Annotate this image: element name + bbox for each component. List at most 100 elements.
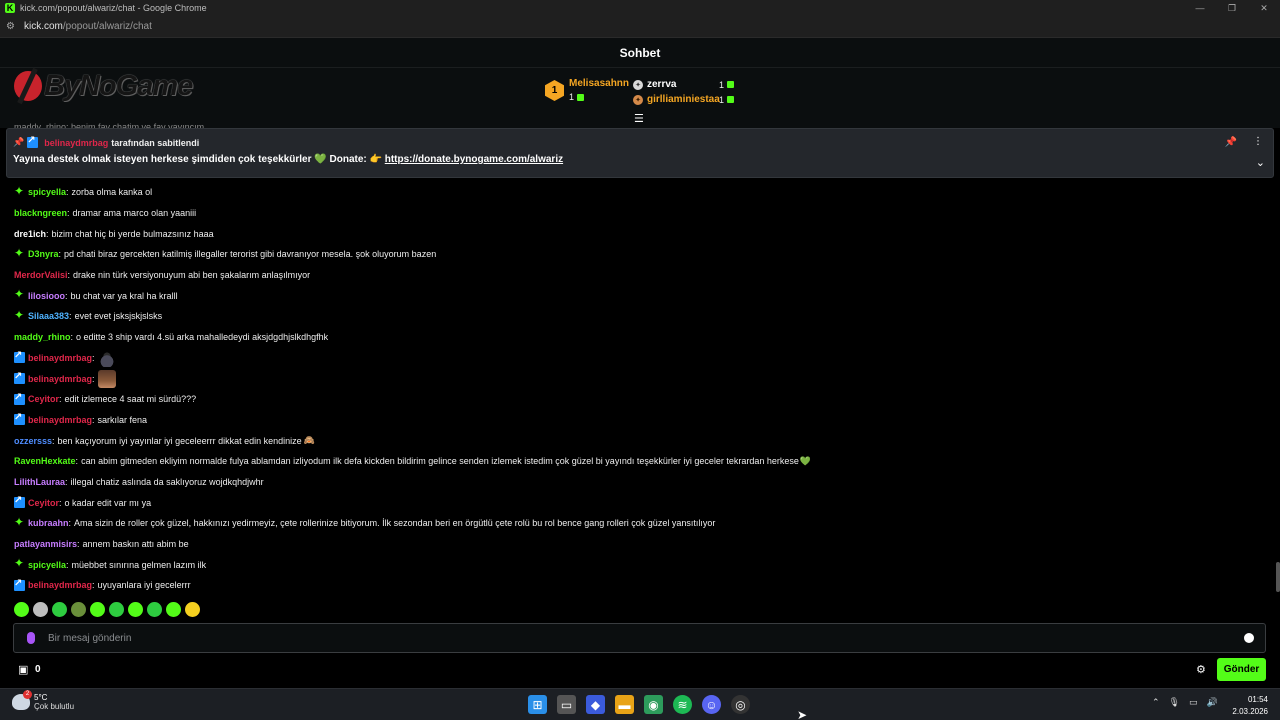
chat-username[interactable]: kubraahn <box>28 518 69 528</box>
weather-widget[interactable]: 5°C Çok bulutlu <box>12 690 75 711</box>
chat-username[interactable]: MerdorValisi <box>14 270 68 280</box>
chrome-icon[interactable]: ◉ <box>644 695 663 714</box>
pinned-message: 📌 belinaydmrbag tarafından sabitlendi Ya… <box>6 128 1274 178</box>
store-icon[interactable]: ▣ <box>18 663 28 676</box>
quick-emote-icon[interactable] <box>71 602 86 617</box>
more-options-icon[interactable]: ⋮ <box>1253 136 1263 147</box>
task-view-icon[interactable]: ▭ <box>557 695 576 714</box>
subscriber-badge-icon <box>14 287 25 301</box>
username-separator: : <box>52 435 55 446</box>
chat-username[interactable]: D3nyra <box>28 249 59 259</box>
chat-username[interactable]: spicyella <box>28 560 66 570</box>
gift-icon <box>577 93 585 101</box>
expand-leaderboard-icon[interactable]: ☰ <box>634 112 644 125</box>
file-explorer-icon[interactable]: ▬ <box>615 695 634 714</box>
chevron-up-icon[interactable]: ⌃ <box>1152 697 1160 708</box>
message-input[interactable] <box>48 632 1244 644</box>
username-separator: : <box>77 539 80 550</box>
donate-link[interactable]: https://donate.bynogame.com/alwariz <box>385 154 563 165</box>
chat-username[interactable]: maddy_rhino <box>14 332 71 342</box>
chat-username[interactable]: Ceyitor <box>28 498 59 508</box>
quick-emote-icon[interactable] <box>90 602 105 617</box>
copilot-icon[interactable]: ◆ <box>586 695 605 714</box>
chat-message: dre1ich: bizim chat hiç bi yerde bulmazsı… <box>14 223 1264 244</box>
chat-message-text: dramar ama marco olan yaaniii <box>72 208 197 219</box>
address-bar[interactable]: ⚙ kick.com /popout/alwariz/chat <box>0 16 1280 38</box>
hat-emote-icon[interactable] <box>97 348 116 367</box>
quick-emote-icon[interactable] <box>147 602 162 617</box>
send-button[interactable]: Gönder <box>1217 658 1266 681</box>
top-gifter[interactable]: 1 Melisasahnn 1 <box>545 78 629 102</box>
chat-message: LilithLauraa: illegal chatiz aslında da s… <box>14 472 1264 493</box>
runner-up-3[interactable]: ✦ girlliaminiestaa 1 <box>633 92 735 107</box>
site-info-icon[interactable]: ⚙ <box>6 21 18 32</box>
chat-username[interactable]: ozzersss <box>14 436 52 446</box>
chat-username[interactable]: Silaaa383 <box>28 311 69 321</box>
chat-message-text: müebbet sınırına gelmen lazım ilk <box>71 559 207 570</box>
clock[interactable]: 01:54 2.03.2026 <box>1232 694 1268 718</box>
minimize-button[interactable]: — <box>1184 0 1216 16</box>
chat-username[interactable]: RavenHexkate <box>14 456 76 466</box>
quick-emote-bar <box>14 602 200 617</box>
quick-emote-icon[interactable] <box>185 602 200 617</box>
weather-desc: Çok bulutlu <box>34 702 75 711</box>
emoji-picker-icon[interactable] <box>1244 633 1254 643</box>
pinned-by-user[interactable]: belinaydmrbag <box>44 138 108 148</box>
username-separator: : <box>59 497 62 508</box>
username-separator: : <box>68 518 72 529</box>
quick-emote-icon[interactable] <box>14 602 29 617</box>
chat-message-text: uyuyanlara iyi gecelerrr <box>97 580 191 591</box>
mic-tray-icon[interactable]: 🎙 <box>1169 697 1180 708</box>
scrollbar-thumb[interactable] <box>1276 562 1280 592</box>
settings-gear-icon[interactable]: ⚙ <box>1196 663 1206 676</box>
chevron-down-icon[interactable]: ⌄ <box>1256 156 1265 169</box>
chat-username[interactable]: belinaydmrbag <box>28 353 92 363</box>
quick-emote-icon[interactable] <box>33 602 48 617</box>
chat-message-text: o editte 3 ship vardı 4.sü arka mahalled… <box>76 332 329 343</box>
chat-username[interactable]: Ceyitor <box>28 394 59 404</box>
runner-up-2[interactable]: ✦ zerrva 1 <box>633 77 735 92</box>
spotify-icon[interactable]: ≋ <box>673 695 692 714</box>
windows-taskbar: 5°C Çok bulutlu ⊞ ▭ ◆ ▬ ◉ ≋ ☺ ◎ ⌃ 🎙 ▭ 🔊 … <box>0 688 1280 720</box>
chat-message-text: illegal chatiz aslında da saklıyoruz woj… <box>70 476 264 487</box>
bynogame-logo: ByNoGame <box>14 68 193 104</box>
bynogame-logo-icon <box>14 71 42 101</box>
chat-username[interactable]: belinaydmrbag <box>28 580 92 590</box>
volume-icon[interactable]: 🔊 <box>1207 697 1218 708</box>
chat-message-text: pd chati biraz gercekten katilmiş illega… <box>64 249 437 260</box>
obs-icon[interactable]: ◎ <box>731 695 750 714</box>
weather-temp: 5°C <box>34 693 48 702</box>
username-separator: : <box>65 290 68 301</box>
chat-username[interactable]: patlayanmisirs <box>14 539 77 549</box>
quick-emote-icon[interactable] <box>166 602 181 617</box>
username-separator: : <box>67 208 70 219</box>
chat-username[interactable]: dre1ich <box>14 229 46 239</box>
chat-message-text: bu chat var ya kral ha kralll <box>70 290 178 301</box>
close-button[interactable]: ✕ <box>1248 0 1280 16</box>
start-icon[interactable]: ⊞ <box>528 695 547 714</box>
quick-emote-icon[interactable] <box>109 602 124 617</box>
chat-username[interactable]: spicyella <box>28 187 66 197</box>
chat-username[interactable]: LilithLauraa <box>14 477 65 487</box>
chat-username[interactable]: lilosiooo <box>28 291 65 301</box>
chat-messages: spicyella:zorba olma kanka olblackngreen… <box>14 182 1264 596</box>
chat-message-text: evet evet jsksjskjslsks <box>74 311 163 322</box>
chat-username[interactable]: belinaydmrbag <box>28 374 92 384</box>
unpin-icon[interactable]: 📌 <box>1225 137 1237 148</box>
chat-username[interactable]: blackngreen <box>14 208 67 218</box>
taskbar-apps: ⊞ ▭ ◆ ▬ ◉ ≋ ☺ ◎ <box>528 695 750 714</box>
moderator-badge-icon <box>14 412 25 426</box>
chat-message: belinaydmrbag:sarkılar fena <box>14 410 1264 431</box>
display-icon[interactable]: ▭ <box>1189 697 1198 708</box>
quick-emote-icon[interactable] <box>128 602 143 617</box>
chat-message: belinaydmrbag: <box>14 348 1264 369</box>
mic-icon[interactable] <box>27 632 35 644</box>
subscriber-badge-icon <box>14 246 25 260</box>
moderator-badge-icon <box>14 392 25 405</box>
discord-icon[interactable]: ☺ <box>702 695 721 714</box>
face-emote-icon[interactable] <box>97 369 116 388</box>
top-gifter-count: 1 <box>569 92 575 102</box>
chat-username[interactable]: belinaydmrbag <box>28 415 92 425</box>
restore-button[interactable]: ❐ <box>1216 0 1248 16</box>
quick-emote-icon[interactable] <box>52 602 67 617</box>
